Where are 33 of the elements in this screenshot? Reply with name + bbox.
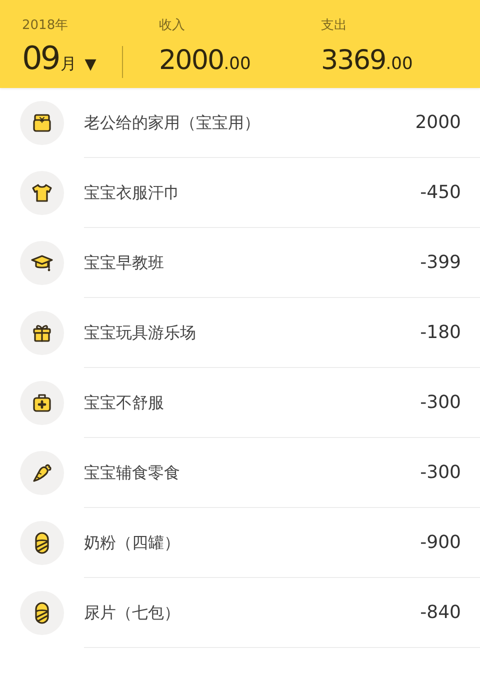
record-row[interactable]: 宝宝早教班 -399 [0,228,480,298]
record-amount: 2000 [415,111,461,135]
shirt-icon [30,181,54,205]
record-row[interactable]: 奶粉（四罐） -900 [0,508,480,578]
record-title: 老公给的家用（宝宝用） [84,112,261,134]
month-picker[interactable]: 09月 ▼ [22,40,122,76]
record-amount: -450 [420,181,461,205]
record-amount: -180 [420,321,461,345]
first-aid-kit-icon [30,391,54,415]
record-title: 尿片（七包） [84,602,181,624]
record-title: 宝宝不舒服 [84,392,165,414]
summary-label: 收入 [159,17,186,35]
record-row[interactable]: 老公给的家用（宝宝用） 2000 [0,88,480,158]
record-title: 宝宝玩具游乐场 [84,322,197,344]
summary-label: 支出 [321,17,348,35]
record-title: 奶粉（四罐） [84,532,181,554]
record-amount: -399 [420,251,461,275]
record-row[interactable]: 宝宝玩具游乐场 -180 [0,298,480,368]
record-row[interactable]: 尿片（七包） -840 [0,578,480,648]
record-title: 宝宝辅食零食 [84,462,181,484]
record-title: 宝宝衣服汗巾 [84,182,181,204]
record-row[interactable]: 宝宝辅食零食 -300 [0,438,480,508]
wallet-icon [30,111,54,135]
record-row[interactable]: 宝宝不舒服 -300 [0,368,480,438]
summary-amount: 3369.00 [321,44,413,78]
record-amount: -840 [420,601,461,625]
record-amount: -300 [420,391,461,415]
record-amount: -300 [420,461,461,485]
record-row[interactable]: 宝宝衣服汗巾 -450 [0,158,480,228]
summary-amount: 2000.00 [159,44,252,78]
year-label: 2018年 [22,17,70,35]
record-title: 宝宝早教班 [84,252,165,274]
record-amount: -900 [420,531,461,555]
